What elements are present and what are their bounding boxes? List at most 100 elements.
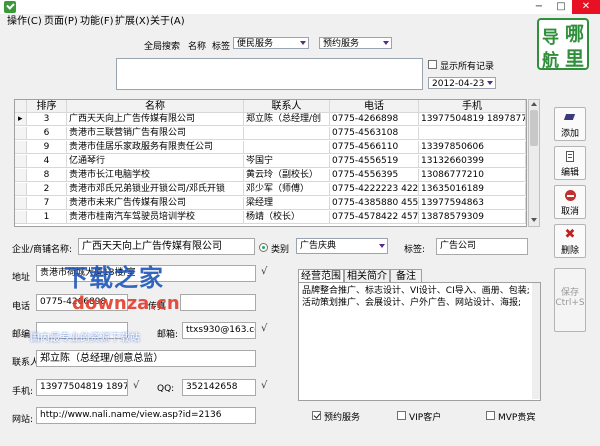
cell-mobile[interactable]: 13397850606	[419, 141, 526, 154]
delete-button[interactable]: ✖ 删除	[554, 224, 586, 258]
name-filter-label[interactable]: 名称	[188, 39, 206, 52]
minimize-button[interactable]: −	[528, 0, 550, 14]
business-scope-textarea[interactable]: 品牌整合推广、标志设计、VI设计、CI导入、画册、包装; 活动策划推广、会展设计…	[298, 282, 541, 401]
cell-name[interactable]: 亿通琴行	[67, 155, 244, 168]
cell-name[interactable]: 贵港市佳居乐家政服务有限责任公司	[67, 141, 244, 154]
category-radio[interactable]	[259, 243, 268, 252]
scroll-up-icon[interactable]	[531, 102, 537, 106]
cell-order[interactable]: 9	[27, 141, 67, 154]
col-header-name[interactable]: 名称	[67, 100, 244, 113]
cell-order[interactable]: 1	[27, 211, 67, 224]
search-input[interactable]	[116, 58, 423, 90]
memo-scrollbar[interactable]	[532, 283, 540, 399]
cell-mobile[interactable]: 13977504819 18978773319	[419, 113, 526, 126]
date-picker[interactable]: 2012-04-23	[428, 77, 496, 89]
cell-contact[interactable]: 邓少军（师傅）	[244, 183, 330, 196]
show-all-checkbox[interactable]	[428, 60, 437, 69]
cell-order[interactable]: 4	[27, 155, 67, 168]
col-header-order[interactable]: 排序	[27, 100, 67, 113]
row-selector-marker[interactable]	[15, 211, 27, 224]
scrollbar-thumb[interactable]	[530, 110, 538, 146]
table-row[interactable]: 8 贵港市长江电脑学校 黄云玲（副校长） 0775-4556395 1308677721…	[15, 169, 526, 182]
table-row[interactable]: 4 亿通琴行 岑国宁 0775-4556519 13132660399	[15, 155, 526, 168]
tab-business-scope[interactable]: 经营范围	[298, 269, 344, 282]
cell-name[interactable]: 贵港市三联营销广告有限公司	[67, 127, 244, 140]
tab-global-search[interactable]: 全局搜索	[144, 39, 180, 52]
cell-contact[interactable]	[244, 141, 330, 154]
cell-mobile[interactable]	[419, 127, 526, 140]
cell-contact[interactable]: 梁经理	[244, 197, 330, 210]
col-header-mobile[interactable]: 手机	[419, 100, 526, 113]
cell-name[interactable]: 广西天天向上广告传媒有限公司	[67, 113, 244, 126]
cell-phone[interactable]: 0775-4556395	[330, 169, 419, 182]
cell-phone[interactable]: 0775-4566110	[330, 141, 419, 154]
vip-checkbox[interactable]	[397, 411, 406, 420]
table-row[interactable]: 7 贵港市未来广告传媒有限公司 梁经理 0775-4385880 4553 139775…	[15, 197, 526, 210]
email-input[interactable]: ttxs930@163.com	[182, 322, 256, 339]
cell-order[interactable]: 6	[27, 127, 67, 140]
cell-mobile[interactable]: 13635016189	[419, 183, 526, 196]
table-row[interactable]: ▸ 3 广西天天向上广告传媒有限公司 郑立陈（总经理/创 0775-4266898 139…	[15, 113, 526, 126]
edit-button[interactable]: 编辑	[554, 146, 586, 180]
cell-name[interactable]: 贵港市长江电脑学校	[67, 169, 244, 182]
row-selector-marker[interactable]	[15, 155, 27, 168]
cell-phone[interactable]: 0775-4385880 4553	[330, 197, 419, 210]
cell-order[interactable]: 8	[27, 169, 67, 182]
cell-phone[interactable]: 0775-4563108	[330, 127, 419, 140]
cell-mobile[interactable]: 13977594863	[419, 197, 526, 210]
scroll-down-icon[interactable]	[531, 218, 537, 222]
mvp-checkbox[interactable]	[486, 411, 495, 420]
cancel-button[interactable]: 取消	[554, 185, 586, 219]
col-header-phone[interactable]: 电话	[330, 100, 419, 113]
fax-input[interactable]	[180, 294, 256, 311]
menu-page[interactable]: 页面(P)	[44, 15, 78, 29]
cell-phone[interactable]: 0775-4266898	[330, 113, 419, 126]
cell-order[interactable]: 7	[27, 197, 67, 210]
cell-contact[interactable]: 郑立陈（总经理/创	[244, 113, 330, 126]
cell-contact[interactable]: 黄云玲（副校长）	[244, 169, 330, 182]
row-selector-marker[interactable]	[15, 127, 27, 140]
close-button[interactable]: ✕	[572, 0, 600, 14]
table-row[interactable]: 9 贵港市佳居乐家政服务有限责任公司 0775-4566110 13397850606	[15, 141, 526, 154]
cell-order[interactable]: 2	[27, 183, 67, 196]
cell-contact[interactable]: 岑国宁	[244, 155, 330, 168]
menu-about[interactable]: 关于(A)	[150, 15, 185, 29]
row-selector-marker[interactable]	[15, 197, 27, 210]
booking-filter-select[interactable]: 预约服务	[319, 37, 392, 49]
mobile-input[interactable]: 13977504819 18978773319	[36, 379, 128, 396]
row-selector-marker[interactable]: ▸	[15, 113, 27, 126]
table-row[interactable]: 2 贵港市邓氏兄弟锁业开锁公司/邓氏开锁 邓少军（师傅） 0775-4222223 4…	[15, 183, 526, 196]
category-select[interactable]: 广告庆典	[296, 238, 388, 254]
menu-extend[interactable]: 扩展(X)	[115, 15, 150, 29]
records-grid[interactable]: 排序 名称 联系人 电话 手机 ▸ 3 广西天天向上广告传媒有限公司 郑立陈（总经理/…	[14, 99, 527, 227]
row-selector-marker[interactable]	[15, 141, 27, 154]
cell-mobile[interactable]: 13132660399	[419, 155, 526, 168]
row-selector-marker[interactable]	[15, 183, 27, 196]
qq-input[interactable]: 352142658	[182, 379, 256, 396]
cell-mobile[interactable]: 13878579309	[419, 211, 526, 224]
cell-phone[interactable]: 0775-4578422 4578	[330, 211, 419, 224]
save-button[interactable]: 保存 Ctrl+S	[554, 268, 586, 332]
cell-phone[interactable]: 0775-4222223 4222	[330, 183, 419, 196]
grid-scrollbar[interactable]	[528, 99, 540, 227]
cell-contact[interactable]: 杨靖（校长）	[244, 211, 330, 224]
cell-contact[interactable]	[244, 127, 330, 140]
cell-name[interactable]: 贵港市未来广告传媒有限公司	[67, 197, 244, 210]
tag-filter-select[interactable]: 便民服务	[233, 37, 309, 49]
menu-operate[interactable]: 操作(C)	[7, 15, 42, 29]
tab-remarks[interactable]: 备注	[390, 269, 422, 282]
row-selector-marker[interactable]	[15, 169, 27, 182]
col-header-contact[interactable]: 联系人	[244, 100, 330, 113]
company-name-input[interactable]: 广西天天向上广告传媒有限公司	[78, 238, 255, 255]
add-button[interactable]: 添加	[554, 107, 586, 141]
cell-name[interactable]: 贵港市桂南汽车驾驶员培训学校	[67, 211, 244, 224]
contact-input[interactable]: 郑立陈（总经理/创意总监）	[36, 350, 256, 367]
website-input[interactable]: http://www.nali.name/view.asp?id=2136	[36, 407, 256, 424]
maximize-button[interactable]: □	[550, 0, 572, 14]
tag-input[interactable]: 广告公司	[436, 238, 528, 255]
booking-checkbox[interactable]	[312, 411, 321, 420]
table-row[interactable]: 1 贵港市桂南汽车驾驶员培训学校 杨靖（校长） 0775-4578422 4578 13…	[15, 211, 526, 224]
tab-introduction[interactable]: 相关简介	[344, 269, 390, 282]
cell-phone[interactable]: 0775-4556519	[330, 155, 419, 168]
cell-name[interactable]: 贵港市邓氏兄弟锁业开锁公司/邓氏开锁	[67, 183, 244, 196]
